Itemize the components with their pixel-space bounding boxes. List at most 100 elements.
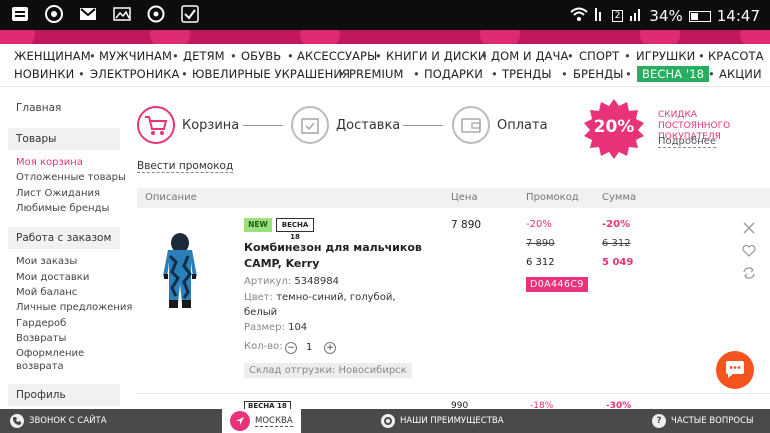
main-nav: ЖЕНЩИНАМ • МУЖЧИНАМ • ДЕТЯМ • ОБУВЬ • АК… (0, 46, 770, 84)
location-arrow-icon (230, 411, 250, 431)
step-delivery-label[interactable]: Доставка (336, 118, 400, 133)
nav-item-men[interactable]: МУЖЧИНАМ (99, 49, 172, 63)
article-value: 5348984 (294, 276, 339, 287)
nav-row-1: ЖЕНЩИНАМ • МУЖЧИНАМ • ДЕТЯМ • ОБУВЬ • АК… (0, 48, 770, 66)
faq-button[interactable]: ? ЧАСТЫЕ ВОПРОСЫ (652, 409, 754, 433)
nav-item-toys[interactable]: ИГРУШКИ (636, 49, 695, 63)
product-image[interactable] (160, 232, 200, 320)
sidebar-section-goods[interactable]: Товары (8, 128, 120, 150)
discount-more-link[interactable]: Подробнее (658, 136, 717, 148)
color-value-line2: белый (244, 307, 278, 318)
nav-separator: • (338, 67, 345, 81)
sum-old-price: 6 312 (602, 238, 631, 249)
header-promo: Промокод (526, 192, 579, 203)
sidebar-item-cart[interactable]: Моя корзина (16, 157, 83, 168)
sidebar-item-make-return-line2[interactable]: возврата (16, 361, 64, 372)
sidebar-item-home[interactable]: Главная (16, 102, 61, 114)
nav-item-premium[interactable]: PREMIUM (349, 67, 404, 81)
step-cart-icon[interactable] (137, 106, 175, 144)
phone-icon (10, 414, 24, 428)
nav-item-women[interactable]: ЖЕНЩИНАМ (14, 49, 91, 63)
header-price: Цена (451, 192, 478, 203)
nav-item-new[interactable]: НОВИНКИ (14, 67, 74, 81)
nav-separator: • (172, 49, 179, 63)
sidebar-item-deliveries[interactable]: Мои доставки (16, 272, 89, 283)
product-title-line2[interactable]: CAMP, Kerry (244, 256, 434, 272)
nav-item-trends[interactable]: ТРЕНДЫ (502, 67, 552, 81)
product-title-line1[interactable]: Комбинезон для мальчиков (244, 240, 434, 256)
nav-item-electronics[interactable]: ЭЛЕКТРОНИКА (90, 67, 180, 81)
nav-item-books[interactable]: КНИГИ И ДИСКИ (386, 49, 487, 63)
sidebar-section-profile[interactable]: Профиль (8, 384, 120, 406)
bottom-bar: ЗВОНОК С САЙТА МОСКВА НАШИ ПРЕИМУЩЕСТВА … (0, 409, 770, 433)
sidebar-item-orders[interactable]: Мои заказы (16, 256, 77, 267)
sidebar-item-returns[interactable]: Возвраты (16, 333, 66, 344)
nav-item-home[interactable]: ДОМ И ДАЧА (491, 49, 568, 63)
sidebar-item-deferred[interactable]: Отложенные товары (16, 172, 126, 183)
our-benefits-label[interactable]: НАШИ ПРЕИМУЩЕСТВА (400, 416, 504, 426)
nav-separator: • (567, 49, 574, 63)
nav-item-brands[interactable]: БРЕНДЫ (573, 67, 623, 81)
step-delivery-icon[interactable] (291, 106, 329, 144)
gmail-icon (78, 4, 98, 24)
promo-new-price: 6 312 (526, 257, 555, 268)
nav-separator: • (89, 49, 96, 63)
sidebar-section-orders[interactable]: Работа с заказом (8, 227, 120, 249)
chat-icon (726, 361, 744, 378)
product-size: Размер: 104 (244, 322, 307, 333)
qty-increase-button[interactable]: + (324, 342, 336, 354)
nav-row-2: НОВИНКИ • ЭЛЕКТРОНИКА • ЮВЕЛИРНЫЕ УКРАШЕ… (0, 66, 770, 84)
city-label[interactable]: МОСКВА (255, 416, 293, 427)
promo-percent: -20% (526, 219, 552, 230)
battery-icon (688, 10, 711, 22)
sidebar-item-wardrobe[interactable]: Гардероб (16, 318, 66, 329)
nav-separator: • (481, 49, 488, 63)
step-payment-icon[interactable] (452, 106, 490, 144)
faq-label[interactable]: ЧАСТЫЕ ВОПРОСЫ (671, 416, 754, 426)
header-description: Описание (145, 192, 197, 203)
wifi-icon (570, 6, 588, 26)
nav-item-spring[interactable]: ВЕСНА '18 (637, 66, 710, 82)
enter-promo-link[interactable]: Ввести промокод (137, 160, 234, 173)
nav-separator: • (624, 49, 631, 63)
nav-item-sales[interactable]: АКЦИИ (719, 67, 762, 81)
nav-item-beauty[interactable]: КРАСОТА (708, 49, 764, 63)
nav-separator: • (413, 67, 420, 81)
product-title[interactable]: Комбинезон для мальчиков CAMP, Kerry (244, 240, 434, 272)
gallery-icon (112, 4, 132, 24)
cart-table-header: Описание Цена Промокод Сумма (137, 188, 770, 208)
qty-value[interactable]: 1 (306, 342, 312, 353)
favorite-heart-icon[interactable] (742, 244, 756, 258)
nav-separator: • (491, 67, 498, 81)
nav-item-accessories[interactable]: АКСЕССУАРЫ (297, 49, 377, 63)
call-from-site-label[interactable]: ЗВОНОК С САЙТА (29, 416, 107, 426)
check-app-icon (180, 4, 200, 24)
nav-separator: • (181, 67, 188, 81)
sidebar-item-brands[interactable]: Любимые бренды (16, 203, 109, 214)
sidebar-item-offers[interactable]: Личные предложения (16, 302, 132, 313)
remove-item-icon[interactable] (742, 222, 756, 236)
nav-item-gifts[interactable]: ПОДАРКИ (424, 67, 483, 81)
qty-decrease-button[interactable]: − (285, 342, 297, 354)
chat-button[interactable] (716, 351, 754, 389)
sidebar-item-make-return[interactable]: Оформление (16, 348, 84, 359)
our-benefits-button[interactable]: НАШИ ПРЕИМУЩЕСТВА (381, 409, 504, 433)
sum-new-price: 5 049 (602, 257, 634, 268)
color-value: темно-синий, голубой, (276, 292, 396, 303)
step-payment-label[interactable]: Оплата (497, 118, 548, 133)
product-article: Артикул: 5348984 (244, 276, 339, 287)
stock-warehouse: Склад отгрузки: Новосибирск (244, 363, 412, 378)
step-connector (403, 125, 443, 126)
refresh-icon[interactable] (742, 266, 756, 280)
nav-item-kids[interactable]: ДЕТЯМ (183, 49, 225, 63)
nav-item-shoes[interactable]: ОБУВЬ (241, 49, 281, 63)
sidebar-item-waitlist[interactable]: Лист Ожидания (16, 188, 100, 199)
city-selector[interactable]: МОСКВА (222, 409, 301, 433)
sidebar-item-balance[interactable]: Мой баланс (16, 287, 77, 298)
nav-item-jewelry[interactable]: ЮВЕЛИРНЫЕ УКРАШЕНИЯ (192, 67, 350, 81)
promo-banner-strip[interactable] (0, 30, 770, 44)
discount-title-line1: СКИДКА ПОСТОЯННОГО (658, 110, 731, 131)
step-cart-label[interactable]: Корзина (182, 118, 239, 133)
call-from-site-button[interactable]: ЗВОНОК С САЙТА (10, 409, 107, 433)
nav-item-sport[interactable]: СПОРТ (579, 49, 619, 63)
